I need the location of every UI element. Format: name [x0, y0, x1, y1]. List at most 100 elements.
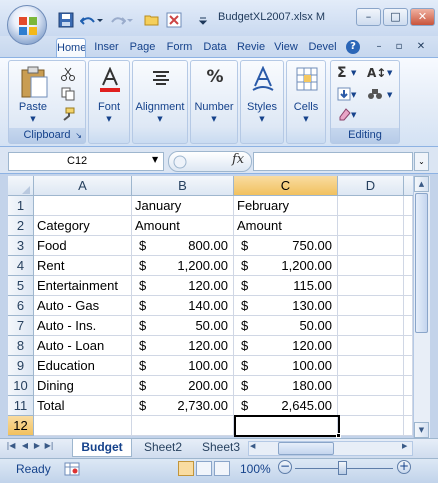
cell-a3[interactable]: Food	[34, 236, 132, 256]
cell-c3[interactable]: $750.00	[234, 236, 338, 256]
close-button[interactable]: ✕	[410, 8, 435, 26]
cell-e4[interactable]	[404, 256, 413, 276]
last-sheet-icon[interactable]: ▶|	[44, 441, 54, 450]
cell-d4[interactable]	[338, 256, 404, 276]
formula-expand-icon[interactable]: ⌄	[414, 152, 429, 171]
cell-d3[interactable]	[338, 236, 404, 256]
resize-handle-icon[interactable]	[173, 155, 187, 169]
vertical-scroll-thumb[interactable]	[415, 193, 428, 333]
cell-e3[interactable]	[404, 236, 413, 256]
autosum-dropdown-icon[interactable]: ▼	[351, 69, 356, 77]
find-dropdown-icon[interactable]: ▼	[387, 91, 392, 99]
maximize-button[interactable]: □	[383, 8, 408, 26]
cell-e11[interactable]	[404, 396, 413, 416]
cell-a4[interactable]: Rent	[34, 256, 132, 276]
row-header[interactable]: 6	[8, 296, 34, 316]
zoom-out-button[interactable]: −	[278, 460, 292, 474]
ribbon-minimize-button[interactable]: –	[372, 40, 386, 54]
cell-e12[interactable]	[404, 416, 413, 436]
cell-a1[interactable]	[34, 196, 132, 216]
cell-c2[interactable]: Amount	[234, 216, 338, 236]
cell-d2[interactable]	[338, 216, 404, 236]
column-header-c[interactable]: C	[234, 176, 338, 196]
cell-a12[interactable]	[34, 416, 132, 436]
cell-e9[interactable]	[404, 356, 413, 376]
cell-c1[interactable]: February	[234, 196, 338, 216]
clear-dropdown-icon[interactable]: ▼	[351, 111, 356, 119]
tab-review[interactable]: Revie	[234, 38, 268, 58]
cell-a11[interactable]: Total	[34, 396, 132, 416]
form-icon[interactable]	[166, 12, 182, 28]
previous-sheet-icon[interactable]: ◀	[20, 441, 30, 450]
name-box-dropdown-icon[interactable]: ▼	[152, 155, 158, 164]
normal-view-icon[interactable]	[178, 461, 194, 476]
ribbon-restore-button[interactable]: ▫	[392, 40, 406, 54]
column-header-d[interactable]: D	[338, 176, 404, 196]
cells-dropdown-icon[interactable]: ▼	[287, 115, 325, 123]
paste-icon[interactable]	[19, 65, 49, 99]
cell-e2[interactable]	[404, 216, 413, 236]
autosum-icon[interactable]: Σ	[337, 65, 347, 81]
page-break-view-icon[interactable]	[214, 461, 230, 476]
alignment-dropdown-icon[interactable]: ▼	[133, 115, 187, 123]
cell-c5[interactable]: $115.00	[234, 276, 338, 296]
cell-d5[interactable]	[338, 276, 404, 296]
font-group[interactable]: Font ▼	[88, 60, 130, 144]
scroll-left-icon[interactable]: ◀	[250, 442, 255, 450]
column-header-e[interactable]	[404, 176, 413, 196]
next-sheet-icon[interactable]: ▶	[32, 441, 42, 450]
cell-a2[interactable]: Category	[34, 216, 132, 236]
cell-c10[interactable]: $180.00	[234, 376, 338, 396]
sheet-tab-budget[interactable]: Budget	[72, 439, 132, 457]
zoom-slider-thumb[interactable]	[338, 461, 347, 475]
ribbon-close-button[interactable]: ✕	[414, 40, 428, 54]
first-sheet-icon[interactable]: |◀	[6, 441, 16, 450]
find-select-icon[interactable]	[367, 87, 383, 101]
cell-b10[interactable]: $200.00	[132, 376, 234, 396]
cell-b9[interactable]: $100.00	[132, 356, 234, 376]
scroll-up-icon[interactable]: ▲	[414, 176, 429, 192]
cell-a7[interactable]: Auto - Ins.	[34, 316, 132, 336]
clear-icon[interactable]	[337, 107, 351, 121]
select-all-button[interactable]	[8, 176, 34, 196]
cell-a6[interactable]: Auto - Gas	[34, 296, 132, 316]
cell-d6[interactable]	[338, 296, 404, 316]
cell-a8[interactable]: Auto - Loan	[34, 336, 132, 356]
styles-dropdown-icon[interactable]: ▼	[241, 115, 283, 123]
office-button[interactable]	[7, 5, 47, 45]
tab-view[interactable]: View	[270, 38, 302, 58]
fill-icon[interactable]	[337, 87, 351, 101]
open-folder-icon[interactable]	[144, 12, 160, 28]
insert-function-button[interactable]: fx	[232, 152, 244, 167]
row-header[interactable]: 10	[8, 376, 34, 396]
cell-e6[interactable]	[404, 296, 413, 316]
column-header-a[interactable]: A	[34, 176, 132, 196]
cell-a9[interactable]: Education	[34, 356, 132, 376]
row-header[interactable]: 7	[8, 316, 34, 336]
cell-a5[interactable]: Entertainment	[34, 276, 132, 296]
cell-c7[interactable]: $50.00	[234, 316, 338, 336]
cell-d11[interactable]	[338, 396, 404, 416]
cell-b3[interactable]: $800.00	[132, 236, 234, 256]
fill-dropdown-icon[interactable]: ▼	[351, 91, 356, 99]
format-painter-icon[interactable]	[61, 107, 75, 121]
horizontal-scroll-thumb[interactable]	[278, 442, 334, 455]
cell-b5[interactable]: $120.00	[132, 276, 234, 296]
tab-home[interactable]: Home	[56, 38, 86, 58]
cell-c8[interactable]: $120.00	[234, 336, 338, 356]
number-group[interactable]: % Number ▼	[190, 60, 238, 144]
save-icon[interactable]	[58, 12, 74, 28]
sort-dropdown-icon[interactable]: ▼	[387, 69, 392, 77]
cell-e7[interactable]	[404, 316, 413, 336]
paste-dropdown-icon[interactable]: ▼	[13, 115, 53, 123]
tab-insert[interactable]: Inser	[88, 38, 125, 58]
row-header[interactable]: 3	[8, 236, 34, 256]
cell-d8[interactable]	[338, 336, 404, 356]
cells-group[interactable]: Cells ▼	[286, 60, 326, 144]
column-header-b[interactable]: B	[132, 176, 234, 196]
undo-dropdown-icon[interactable]	[96, 12, 104, 28]
copy-icon[interactable]	[61, 87, 75, 101]
cell-e10[interactable]	[404, 376, 413, 396]
row-header[interactable]: 2	[8, 216, 34, 236]
cell-c6[interactable]: $130.00	[234, 296, 338, 316]
